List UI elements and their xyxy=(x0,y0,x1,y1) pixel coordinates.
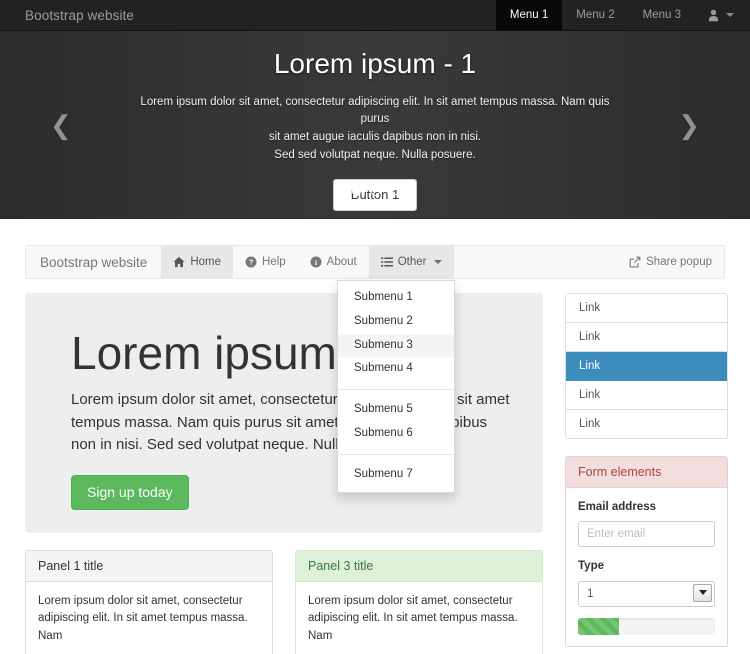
carousel-text-line-2: sit amet augue iaculis dapibus non in ni… xyxy=(125,129,625,147)
carousel-indicator-1[interactable] xyxy=(352,187,361,196)
nav-item-help-label: Help xyxy=(262,256,286,268)
home-icon xyxy=(173,256,185,268)
dropdown-item-submenu-2[interactable]: Submenu 2 xyxy=(338,310,454,334)
email-form-group: Email address xyxy=(578,499,715,547)
share-popup-button[interactable]: Share popup xyxy=(617,246,724,278)
svg-text:i: i xyxy=(315,258,317,267)
panel-3-title: Panel 3 title xyxy=(296,551,542,582)
carousel-text-line-1: Lorem ipsum dolor sit amet, consectetur … xyxy=(125,94,625,130)
top-navbar-menu: Menu 1 Menu 2 Menu 3 xyxy=(496,0,750,30)
type-form-group: Type 1 2 3 xyxy=(578,558,715,606)
dropdown-item-submenu-3[interactable]: Submenu 3 xyxy=(338,334,454,358)
email-field[interactable] xyxy=(578,521,715,547)
type-select[interactable]: 1 2 3 xyxy=(578,581,715,607)
list-item-link-1[interactable]: Link xyxy=(566,294,727,323)
dropdown-item-submenu-1[interactable]: Submenu 1 xyxy=(338,286,454,310)
page-container: Bootstrap website Home ? Help xyxy=(0,245,750,654)
chevron-down-icon xyxy=(726,13,734,17)
dropdown-divider-2 xyxy=(338,454,454,455)
form-elements-panel: Form elements Email address Type 1 2 3 xyxy=(565,456,728,647)
question-circle-icon: ? xyxy=(245,256,257,268)
list-item-link-3[interactable]: Link xyxy=(566,352,727,381)
dropdown-item-submenu-7[interactable]: Submenu 7 xyxy=(338,463,454,487)
bottom-panels-row: Panel 1 title Lorem ipsum dolor sit amet… xyxy=(25,533,543,654)
panel-1-body: Lorem ipsum dolor sit amet, consectetur … xyxy=(26,582,272,654)
nav-item-other-label: Other xyxy=(398,256,427,268)
chevron-left-icon: ❮ xyxy=(50,110,72,140)
link-list-group: Link Link Link Link Link xyxy=(565,293,728,439)
carousel-text-line-3: Sed sed volutpat neque. Nulla posuere. xyxy=(125,147,625,165)
list-item-link-4[interactable]: Link xyxy=(566,381,727,410)
form-elements-panel-body: Email address Type 1 2 3 xyxy=(566,488,727,646)
nav-item-about-label: About xyxy=(327,256,357,268)
type-select-wrapper: 1 2 3 xyxy=(578,581,715,607)
top-navbar: Bootstrap website Menu 1 Menu 2 Menu 3 xyxy=(0,0,750,31)
external-link-icon xyxy=(629,256,641,268)
dropdown-item-submenu-6[interactable]: Submenu 6 xyxy=(338,422,454,446)
top-menu-item-3[interactable]: Menu 3 xyxy=(629,0,695,30)
navbar-brand[interactable]: Bootstrap website xyxy=(26,246,161,278)
user-icon xyxy=(707,9,720,22)
share-popup-label: Share popup xyxy=(646,256,712,268)
panel-1-column: Panel 1 title Lorem ipsum dolor sit amet… xyxy=(25,533,273,654)
nav-item-home[interactable]: Home xyxy=(161,246,233,278)
progress-bar-fill xyxy=(578,618,619,635)
list-item-link-5[interactable]: Link xyxy=(566,410,727,438)
other-dropdown-menu: Submenu 1 Submenu 2 Submenu 3 Submenu 4 … xyxy=(337,280,455,493)
panel-3-body: Lorem ipsum dolor sit amet, consectetur … xyxy=(296,582,542,654)
panel-1-title: Panel 1 title xyxy=(26,551,272,582)
nav-item-help[interactable]: ? Help xyxy=(233,246,298,278)
progress-bar-track xyxy=(578,618,715,635)
carousel-title: Lorem ipsum - 1 xyxy=(0,47,750,81)
nav-item-home-label: Home xyxy=(190,256,221,268)
sign-up-button[interactable]: Sign up today xyxy=(71,475,189,510)
info-circle-icon: i xyxy=(310,256,322,268)
carousel-indicators xyxy=(0,187,750,196)
carousel-next-button[interactable]: ❯ xyxy=(678,112,700,138)
panel-3-column: Panel 3 title Lorem ipsum dolor sit amet… xyxy=(295,533,543,654)
user-menu-button[interactable] xyxy=(695,0,750,30)
carousel-indicator-3[interactable] xyxy=(389,187,398,196)
sidebar-column: Link Link Link Link Link Form elements E… xyxy=(565,293,728,647)
dropdown-item-submenu-4[interactable]: Submenu 4 xyxy=(338,357,454,381)
top-navbar-brand[interactable]: Bootstrap website xyxy=(0,0,149,30)
svg-text:?: ? xyxy=(249,258,254,267)
list-item-link-2[interactable]: Link xyxy=(566,323,727,352)
chevron-right-icon: ❯ xyxy=(678,110,700,140)
form-elements-panel-title: Form elements xyxy=(566,457,727,488)
jumbotron: Lorem ipsum Lorem ipsum dolor sit amet, … xyxy=(25,293,543,533)
top-navbar-spacer xyxy=(149,0,496,30)
top-menu-item-1[interactable]: Menu 1 xyxy=(496,0,562,30)
list-icon xyxy=(381,256,393,268)
main-column: Lorem ipsum Lorem ipsum dolor sit amet, … xyxy=(25,293,543,654)
panel-3: Panel 3 title Lorem ipsum dolor sit amet… xyxy=(295,550,543,654)
email-label: Email address xyxy=(578,499,715,516)
top-menu-item-2[interactable]: Menu 2 xyxy=(562,0,628,30)
panel-1: Panel 1 title Lorem ipsum dolor sit amet… xyxy=(25,550,273,654)
navbar-right-group: Share popup xyxy=(617,246,724,278)
type-label: Type xyxy=(578,558,715,575)
dropdown-divider-1 xyxy=(338,389,454,390)
carousel: Lorem ipsum - 1 Lorem ipsum dolor sit am… xyxy=(0,31,750,219)
secondary-navbar: Bootstrap website Home ? Help xyxy=(25,245,725,279)
carousel-indicator-2[interactable] xyxy=(371,187,380,196)
nav-item-about[interactable]: i About xyxy=(298,246,369,278)
carousel-prev-button[interactable]: ❮ xyxy=(50,112,72,138)
dropdown-item-submenu-5[interactable]: Submenu 5 xyxy=(338,398,454,422)
nav-item-other[interactable]: Other xyxy=(369,246,455,278)
chevron-down-icon xyxy=(434,260,442,264)
